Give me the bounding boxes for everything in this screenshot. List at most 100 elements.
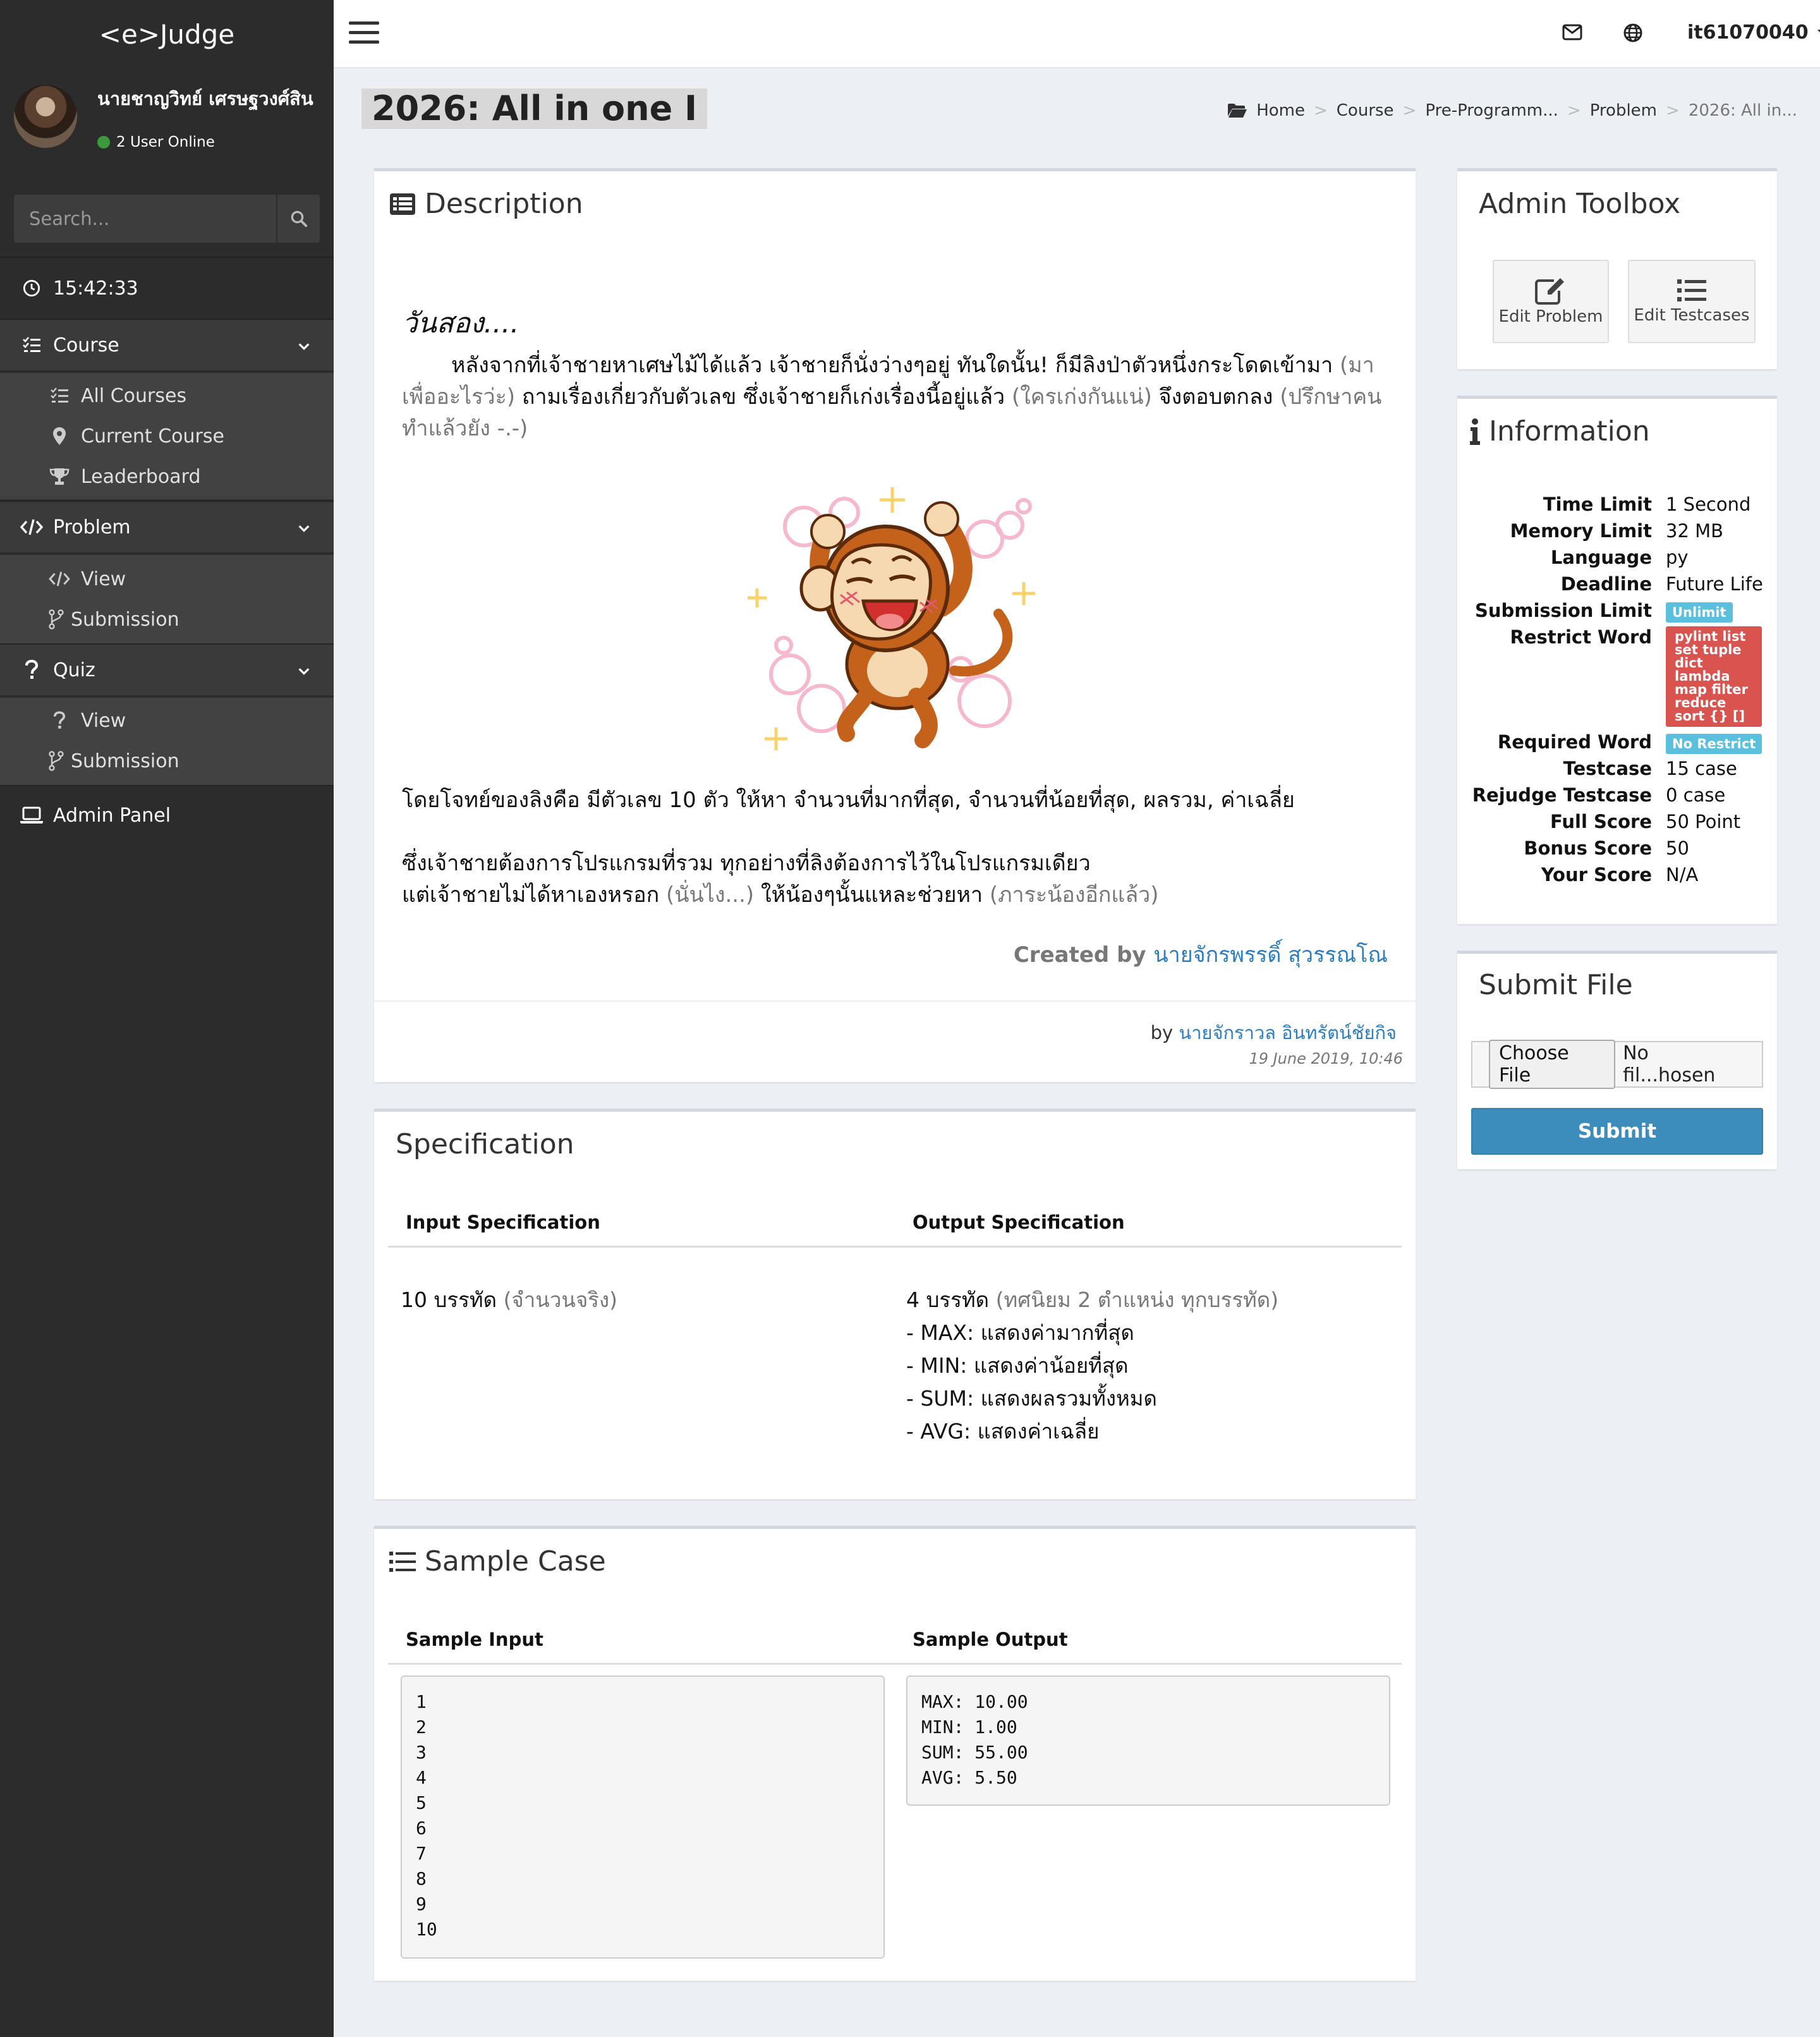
- author-link[interactable]: นายจักรพรรดิ์ สุวรรณโณ: [1153, 942, 1388, 968]
- user-menu[interactable]: it61070040: [1687, 21, 1820, 44]
- edit-testcases-button[interactable]: Edit Testcases: [1628, 260, 1756, 343]
- sidebar-item-quiz-submission[interactable]: Submission: [0, 741, 334, 781]
- info-label: Rejudge Testcase: [1472, 784, 1652, 806]
- code-fork-icon: [47, 751, 66, 771]
- sidebar-item-label: Problem: [53, 516, 131, 538]
- info-icon: [1470, 418, 1480, 445]
- sidebar-item-problem[interactable]: Problem: [0, 502, 334, 552]
- breadcrumb-separator: >: [1313, 101, 1328, 120]
- file-input[interactable]: Choose File No fil...hosen: [1471, 1040, 1763, 1089]
- info-label: Restrict Word: [1510, 626, 1652, 648]
- folder-open-icon: [1228, 104, 1247, 118]
- choose-file-button[interactable]: Choose File: [1489, 1040, 1616, 1089]
- clock-icon: [19, 279, 44, 297]
- input-spec-note: (จำนวนจริง): [503, 1287, 617, 1312]
- edit-problem-button[interactable]: Edit Problem: [1493, 260, 1609, 343]
- edit-testcases-label: Edit Testcases: [1634, 306, 1750, 325]
- problem-note: ซึ่งเจ้าชายต้องการโปรแกรมที่รวม ทุกอย่าง…: [402, 851, 1091, 876]
- info-value: No Restrict: [1666, 731, 1762, 754]
- story-text: หลังจากที่เจ้าชายหาเศษไม้ได้แล้ว เจ้าชาย…: [451, 353, 1340, 378]
- problem-note-2: แต่เจ้าชายไม่ได้หาเองหรอก (นั่นไง...) ให…: [402, 879, 1388, 911]
- description-title: Description: [425, 188, 583, 220]
- breadcrumb-home[interactable]: Home: [1256, 101, 1305, 120]
- info-row-full-score: Full Score 50 Point: [1457, 811, 1777, 837]
- file-status: No fil...hosen: [1623, 1042, 1716, 1086]
- sidebar-search: [14, 195, 320, 243]
- divider: [388, 1663, 1402, 1665]
- sample-output-header: Sample Output: [913, 1629, 1068, 1650]
- search-input[interactable]: [14, 195, 276, 243]
- info-value: 15 case: [1666, 758, 1737, 779]
- monkey-illustration: [748, 487, 1035, 750]
- info-value: 50: [1666, 837, 1689, 859]
- sidebar-toggle-icon[interactable]: [349, 21, 379, 47]
- divider: [374, 1000, 1416, 1002]
- brand-logo[interactable]: <e>Judge: [0, 0, 334, 68]
- created-by: Created by นายจักรพรรดิ์ สุวรรณโณ: [1014, 937, 1388, 971]
- info-row-restrict-word: Restrict Word pylint list set tuple dict…: [1457, 626, 1777, 731]
- info-row-required-word: Required Word No Restrict: [1457, 731, 1777, 758]
- submit-file-title: Submit File: [1479, 969, 1633, 1001]
- output-line: - MAX: แสดงค่ามากที่สุด: [906, 1320, 1134, 1345]
- info-row-deadline: Deadline Future Life: [1457, 573, 1777, 600]
- breadcrumb-separator: >: [1666, 101, 1680, 120]
- sidebar-item-leaderboard[interactable]: Leaderboard: [0, 456, 334, 497]
- sidebar-item-course[interactable]: Course: [0, 320, 334, 370]
- laptop-icon: [19, 806, 44, 824]
- required-word-badge: No Restrict: [1666, 734, 1762, 754]
- info-row-testcase: Testcase 15 case: [1457, 758, 1777, 784]
- info-label: Bonus Score: [1524, 837, 1652, 859]
- info-label: Required Word: [1497, 731, 1652, 753]
- globe-icon[interactable]: [1623, 23, 1643, 46]
- info-value: 1 Second: [1666, 494, 1751, 515]
- info-label: Your Score: [1541, 864, 1652, 885]
- breadcrumb-pre-programming[interactable]: Pre-Programm...: [1425, 101, 1558, 120]
- breadcrumb-course[interactable]: Course: [1337, 101, 1394, 120]
- sidebar-item-label: View: [81, 568, 126, 590]
- map-marker-icon: [47, 427, 72, 446]
- code-fork-icon: [47, 609, 66, 629]
- information-header: Information: [1470, 415, 1650, 447]
- info-label: Testcase: [1563, 758, 1652, 779]
- story-aside: (นั่นไง...): [666, 882, 755, 908]
- by-label: by: [1150, 1022, 1174, 1043]
- output-spec-header: Output Specification: [913, 1212, 1125, 1233]
- information-table: Time Limit 1 Second Memory Limit 32 MB L…: [1457, 494, 1777, 891]
- story-aside: (ภาระน้องอีกแล้ว): [989, 882, 1159, 908]
- code-icon: [19, 518, 44, 536]
- editor-link[interactable]: นายจักราวล อินทรัตน์ชัยกิจ: [1179, 1022, 1397, 1043]
- sample-input-header: Sample Input: [406, 1629, 543, 1650]
- sample-case-box: Sample Case Sample Input Sample Output 1…: [374, 1526, 1416, 1981]
- info-label: Time Limit: [1543, 494, 1652, 515]
- description-heading: วันสอง....: [402, 307, 519, 339]
- input-spec-main: 10 บรรทัด: [401, 1287, 497, 1312]
- info-label: Language: [1550, 547, 1652, 568]
- clock: 15:42:33: [0, 263, 334, 313]
- description-box: Description วันสอง.... หลังจากที่เจ้าชาย…: [374, 168, 1416, 1082]
- sidebar-item-label: Quiz: [53, 659, 95, 681]
- sidebar-item-all-courses[interactable]: All Courses: [0, 375, 334, 416]
- problem-task: โดยโจทย์ของลิงคือ มีตัวเลข 10 ตัว ให้หา …: [402, 787, 1295, 813]
- output-line: - MIN: แสดงค่าน้อยที่สุด: [906, 1353, 1129, 1378]
- sidebar-item-current-course[interactable]: Current Course: [0, 416, 334, 456]
- edit-problem-label: Edit Problem: [1498, 307, 1603, 326]
- sidebar-item-quiz-view[interactable]: View: [0, 700, 334, 741]
- search-button[interactable]: [276, 195, 320, 243]
- search-icon: [291, 210, 307, 228]
- breadcrumb-problem[interactable]: Problem: [1590, 101, 1657, 120]
- sidebar-item-quiz[interactable]: Quiz: [0, 645, 334, 695]
- submit-button[interactable]: Submit: [1471, 1108, 1763, 1155]
- input-spec-header: Input Specification: [406, 1212, 600, 1233]
- page-title: 2026: All in one I: [361, 88, 708, 129]
- divider: [0, 785, 334, 786]
- info-value: 50 Point: [1666, 811, 1741, 832]
- envelope-icon[interactable]: [1562, 24, 1582, 43]
- info-value: Future Life: [1666, 573, 1763, 595]
- problem-submenu: View Submission: [0, 555, 334, 643]
- sidebar-item-admin-panel[interactable]: Admin Panel: [0, 790, 334, 841]
- info-row-submission-limit: Submission Limit Unlimit: [1457, 600, 1777, 626]
- sidebar-item-problem-submission[interactable]: Submission: [0, 599, 334, 640]
- editor-line: by นายจักราวล อินทรัตน์ชัยกิจ: [1151, 1018, 1397, 1047]
- sidebar-item-problem-view[interactable]: View: [0, 559, 334, 599]
- output-spec-note: (ทศนิยม 2 ตำแหน่ง ทุกบรรทัด): [995, 1287, 1279, 1312]
